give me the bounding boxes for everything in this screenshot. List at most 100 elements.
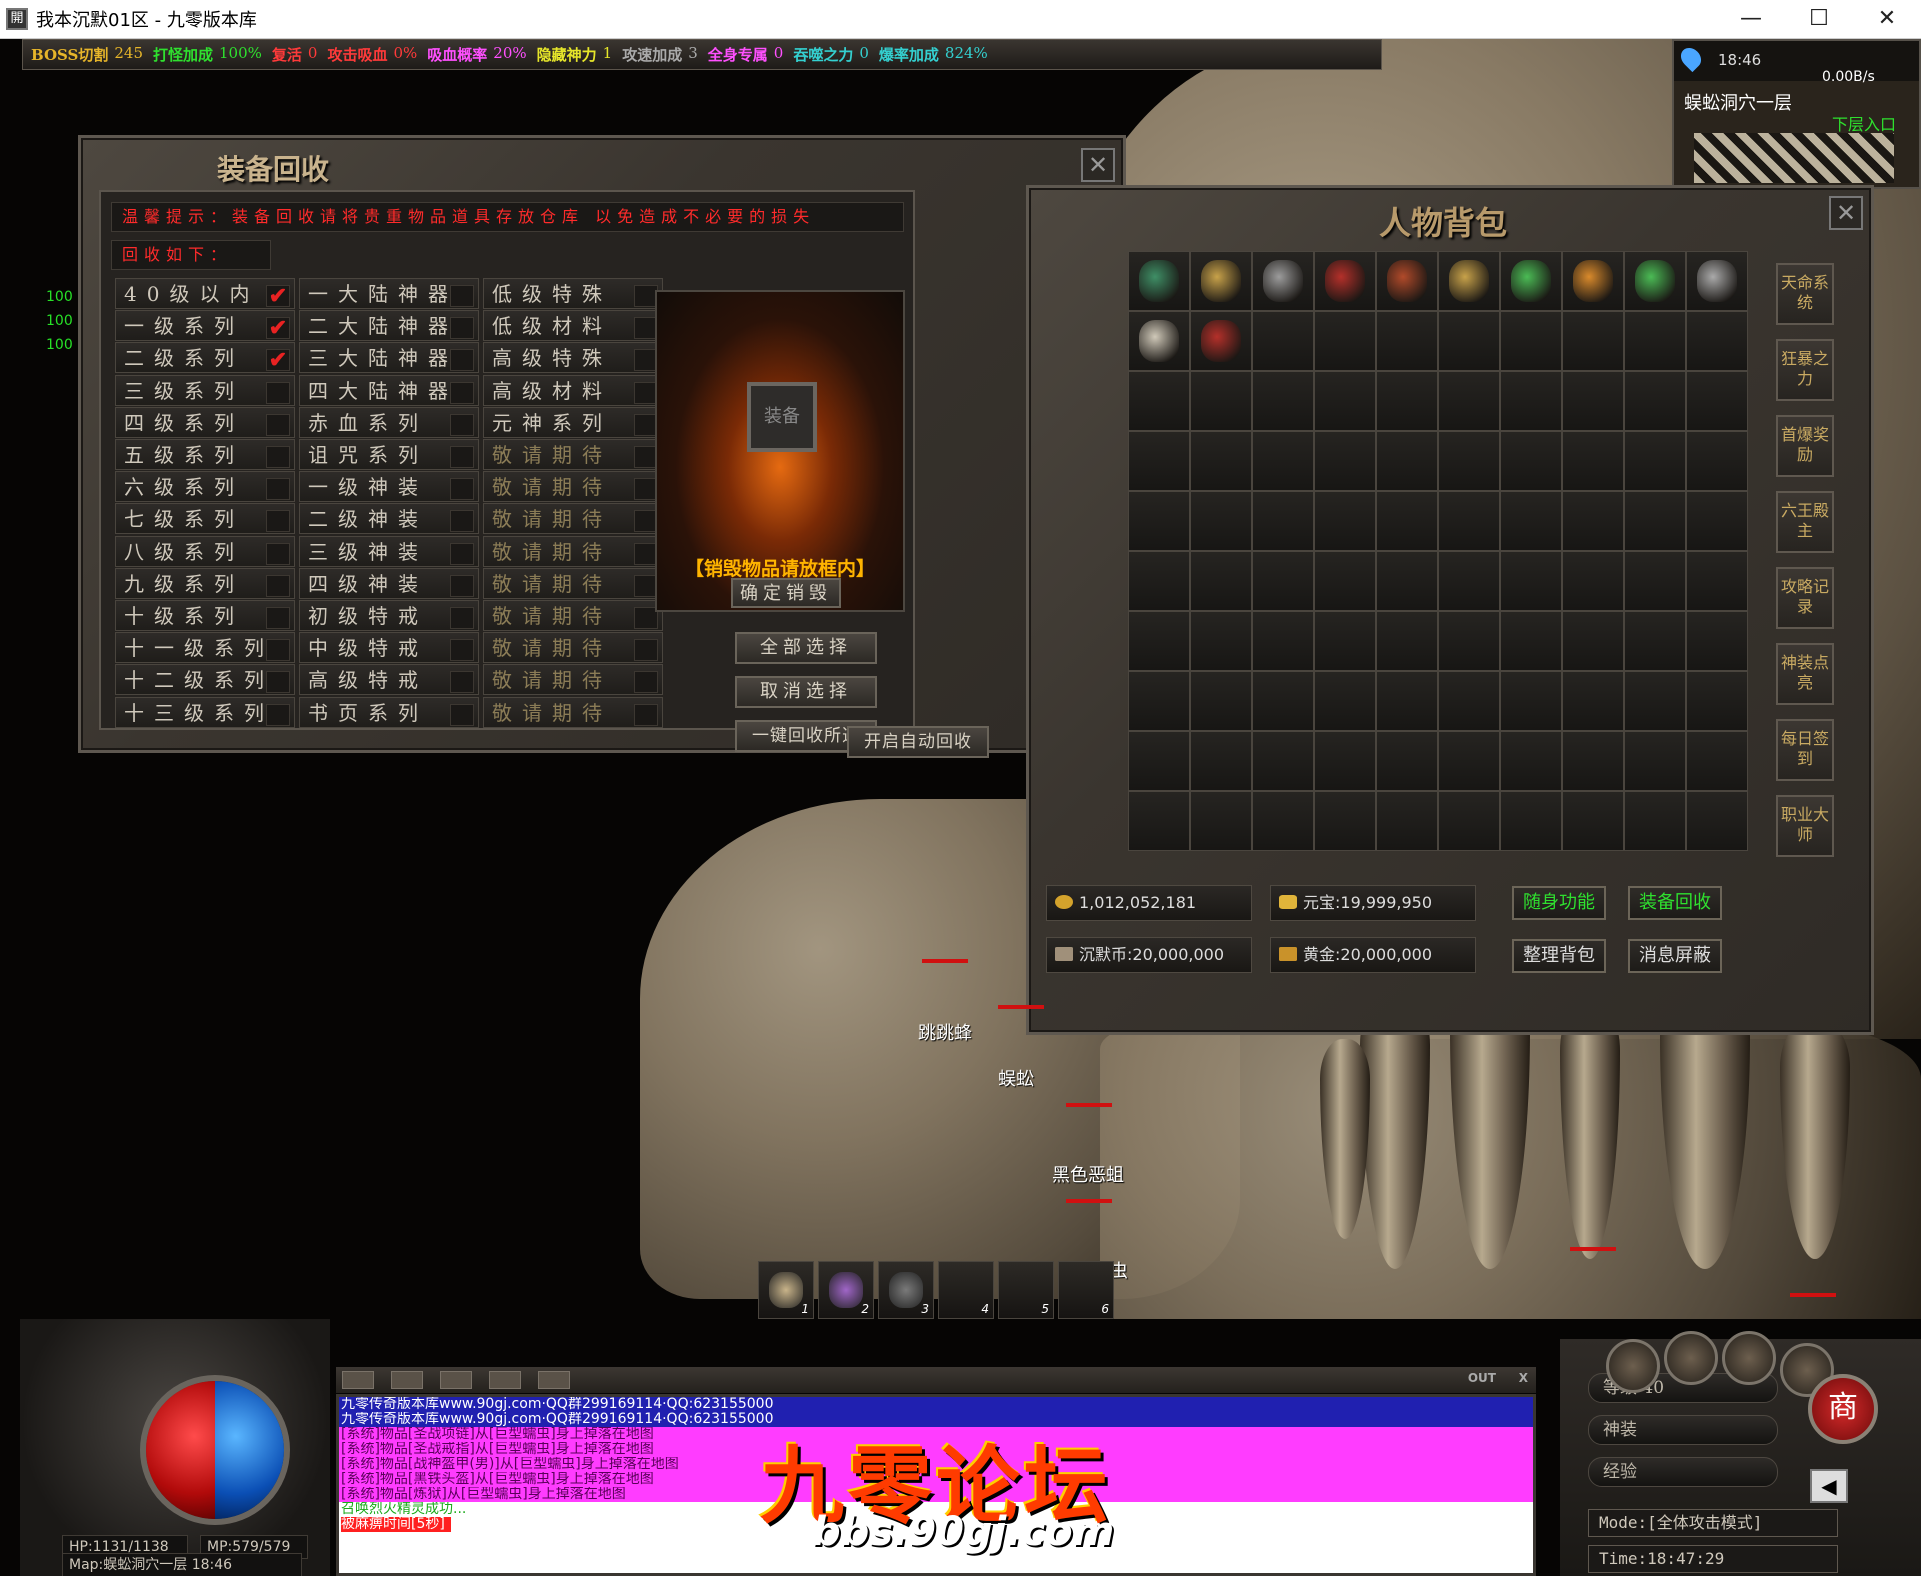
recycle-checkbox[interactable] [266,574,290,597]
recycle-checkbox[interactable] [634,639,658,662]
bag-slot[interactable] [1252,551,1314,611]
bag-slot[interactable] [1686,611,1748,671]
mute-messages-button[interactable]: 消息屏蔽 [1628,939,1722,973]
bag-slot[interactable] [1376,551,1438,611]
bag-slot[interactable] [1252,311,1314,371]
portable-functions-button[interactable]: 随身功能 [1512,886,1606,920]
recycle-option[interactable]: 一级神装 [299,471,479,503]
recycle-checkbox[interactable]: ✔ [266,285,290,307]
recycle-checkbox[interactable] [266,671,290,694]
recycle-checkbox[interactable] [450,703,474,726]
bag-slot[interactable] [1190,251,1252,311]
bag-side-button[interactable]: 神装点亮 [1776,643,1834,705]
bag-slot[interactable] [1128,671,1190,731]
shop-button[interactable]: 商 [1808,1374,1878,1444]
bag-slot[interactable] [1686,431,1748,491]
bag-slot[interactable] [1686,371,1748,431]
bag-side-button[interactable]: 六王殿主 [1776,491,1834,553]
attack-mode[interactable]: Mode:[全体攻击模式] [1588,1509,1838,1537]
bag-slot[interactable] [1438,431,1500,491]
bag-item-icon[interactable] [1201,320,1241,362]
recycle-option[interactable]: 四级系列 [115,406,295,438]
bag-slot[interactable] [1562,311,1624,371]
recycle-option[interactable]: 三级神装 [299,535,479,567]
bag-slot[interactable] [1252,731,1314,791]
speaker-icon[interactable]: ◀ [1810,1469,1848,1503]
belt-slot[interactable]: 5 [998,1261,1054,1319]
bag-slot[interactable] [1686,551,1748,611]
bag-slot[interactable] [1314,671,1376,731]
recycle-checkbox[interactable] [450,574,474,597]
recycle-option[interactable]: 三级系列 [115,374,295,406]
recycle-option[interactable]: 敬请期待 [483,664,663,696]
recycle-checkbox[interactable] [450,446,474,468]
recycle-checkbox[interactable] [450,317,474,340]
recycle-checkbox[interactable] [266,510,290,533]
chat-tool-button[interactable] [538,1371,571,1389]
bag-slot[interactable] [1438,311,1500,371]
bag-slot[interactable] [1624,491,1686,551]
recycle-option[interactable]: 十级系列 [115,600,295,631]
recycle-checkbox[interactable] [450,349,474,372]
minimize-button[interactable]: — [1717,0,1785,39]
bag-slot[interactable] [1314,491,1376,551]
bag-item-icon[interactable] [1139,260,1179,302]
recycle-option[interactable]: 四大陆神器 [299,374,479,406]
bag-slot[interactable] [1314,431,1376,491]
recycle-checkbox[interactable] [266,703,290,726]
cancel-selection-button[interactable]: 取消选择 [735,676,877,708]
recycle-option[interactable]: 高级材料 [483,374,663,406]
destroy-item-slot[interactable]: 装备 [747,382,817,452]
bag-slot[interactable] [1190,551,1252,611]
bag-slot[interactable] [1624,311,1686,371]
recycle-option[interactable]: 高级特殊 [483,342,663,374]
recycle-checkbox[interactable] [266,607,290,629]
recycle-option[interactable]: 三大陆神器 [299,342,479,374]
recycle-checkbox[interactable]: ✔ [266,349,290,372]
bag-slot[interactable] [1624,551,1686,611]
bag-slot[interactable] [1128,311,1190,371]
recycle-checkbox[interactable] [266,542,290,565]
bag-slot[interactable] [1438,551,1500,611]
recycle-option[interactable]: 敬请期待 [483,696,663,728]
bag-item-icon[interactable] [1573,260,1613,302]
bag-slot[interactable] [1686,731,1748,791]
recycle-option[interactable]: 低级材料 [483,310,663,342]
recycle-option[interactable]: 二级系列 ✔ [115,342,295,374]
recycle-checkbox[interactable] [266,381,290,404]
mob-name[interactable]: 蜈蚣 [998,1065,1034,1091]
chat-tool-button[interactable] [440,1371,473,1389]
sort-bag-button[interactable]: 整理背包 [1512,939,1606,973]
recycle-checkbox[interactable] [450,413,474,436]
bag-slot[interactable] [1500,611,1562,671]
recycle-checkbox[interactable] [266,639,290,662]
bag-slot[interactable] [1314,371,1376,431]
recycle-checkbox[interactable] [266,446,290,468]
bag-slot[interactable] [1624,371,1686,431]
bag-slot[interactable] [1500,371,1562,431]
bag-slot[interactable] [1252,611,1314,671]
bag-slot[interactable] [1624,251,1686,311]
skill-slot-icon[interactable] [1664,1331,1718,1385]
skill-slot-icon[interactable] [1606,1339,1660,1393]
recycle-option[interactable]: 书页系列 [299,696,479,728]
bag-item-icon[interactable] [1263,260,1303,302]
bag-slot[interactable] [1562,431,1624,491]
minimap-exit-label[interactable]: 下层入口 [1832,111,1896,135]
bag-side-button[interactable]: 每日签到 [1776,719,1834,781]
bag-slot[interactable] [1190,731,1252,791]
recycle-option[interactable]: 四级神装 [299,567,479,599]
recycle-checkbox[interactable] [450,478,474,501]
recycle-checkbox[interactable] [450,542,474,565]
recycle-option[interactable]: 初级特戒 [299,600,479,631]
bag-slot[interactable] [1376,491,1438,551]
bag-slot[interactable] [1624,791,1686,851]
bag-side-button[interactable]: 首爆奖励 [1776,415,1834,477]
bag-slot[interactable] [1128,791,1190,851]
bag-slot[interactable] [1500,671,1562,731]
bag-side-button[interactable]: 狂暴之力 [1776,339,1834,401]
bag-slot[interactable] [1252,671,1314,731]
bag-slot[interactable] [1562,491,1624,551]
bag-slot[interactable] [1438,611,1500,671]
bag-slot[interactable] [1438,671,1500,731]
